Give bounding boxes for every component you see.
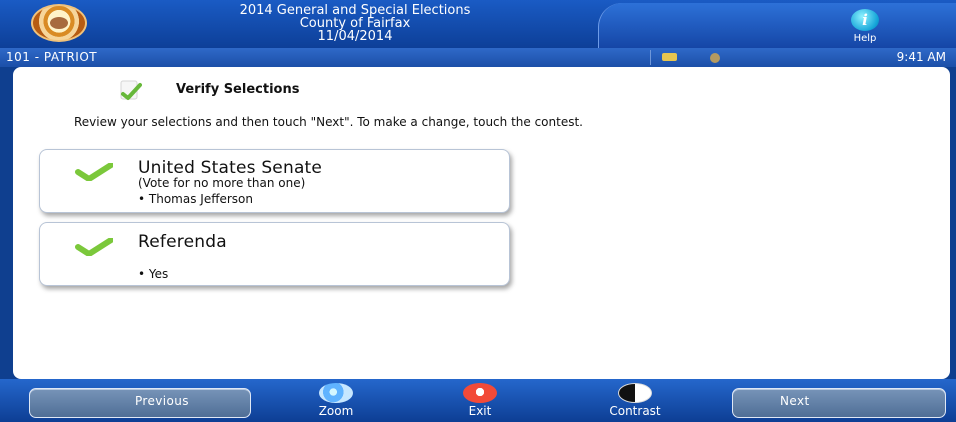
zoom-label: Zoom [318,404,354,418]
election-header: 2014 General and Special Elections Count… [0,0,956,48]
next-label: Next [780,394,810,408]
review-instructions: Review your selections and then touch "N… [74,115,583,129]
selected-check-icon [75,238,113,256]
help-tab-background [598,3,956,48]
election-title: 2014 General and Special Elections Count… [150,4,560,43]
clock-time: 9:41 AM [896,50,946,64]
contrast-label: Contrast [609,404,661,418]
next-button[interactable]: Next [732,388,946,418]
contrast-button[interactable]: Contrast [585,383,685,418]
contest-title: United States Senate [138,158,323,178]
status-bar: 101 - PATRIOT 9:41 AM [0,48,956,67]
exit-button[interactable]: Exit [455,383,505,418]
contrast-icon [618,383,652,403]
power-icon [710,53,720,63]
county-seal-icon [31,4,87,42]
election-date: 11/04/2014 [317,29,393,44]
precinct-label: 101 - PATRIOT [6,50,98,64]
contest-card-united-states-senate[interactable]: United States Senate (Vote for no more t… [39,149,510,213]
contest-title: Referenda [138,232,227,252]
navigation-footer: Previous Zoom Exit Contrast Next [0,379,956,422]
verify-selections-panel: Verify Selections Review your selections… [13,67,950,379]
folder-icon [662,53,677,61]
close-icon [463,383,497,403]
page-title: Verify Selections [176,82,300,97]
selected-check-icon [75,163,113,181]
zoom-icon [319,383,353,403]
selected-referendum-answer: • Yes [138,267,169,281]
zoom-button[interactable]: Zoom [302,383,370,418]
verify-checkmark-icon [120,80,142,100]
help-label: Help [853,33,877,44]
voting-machine-screen: 2014 General and Special Elections Count… [0,0,956,422]
status-divider [650,50,651,65]
previous-button[interactable]: Previous [29,388,251,418]
help-button[interactable]: i Help [835,9,895,47]
selected-candidate: • Thomas Jefferson [138,192,253,206]
info-i-icon: i [851,9,879,31]
exit-label: Exit [468,404,492,418]
contest-card-referenda[interactable]: Referenda • Yes [39,222,510,286]
previous-label: Previous [135,394,189,408]
contest-vote-limit: (Vote for no more than one) [138,176,306,190]
